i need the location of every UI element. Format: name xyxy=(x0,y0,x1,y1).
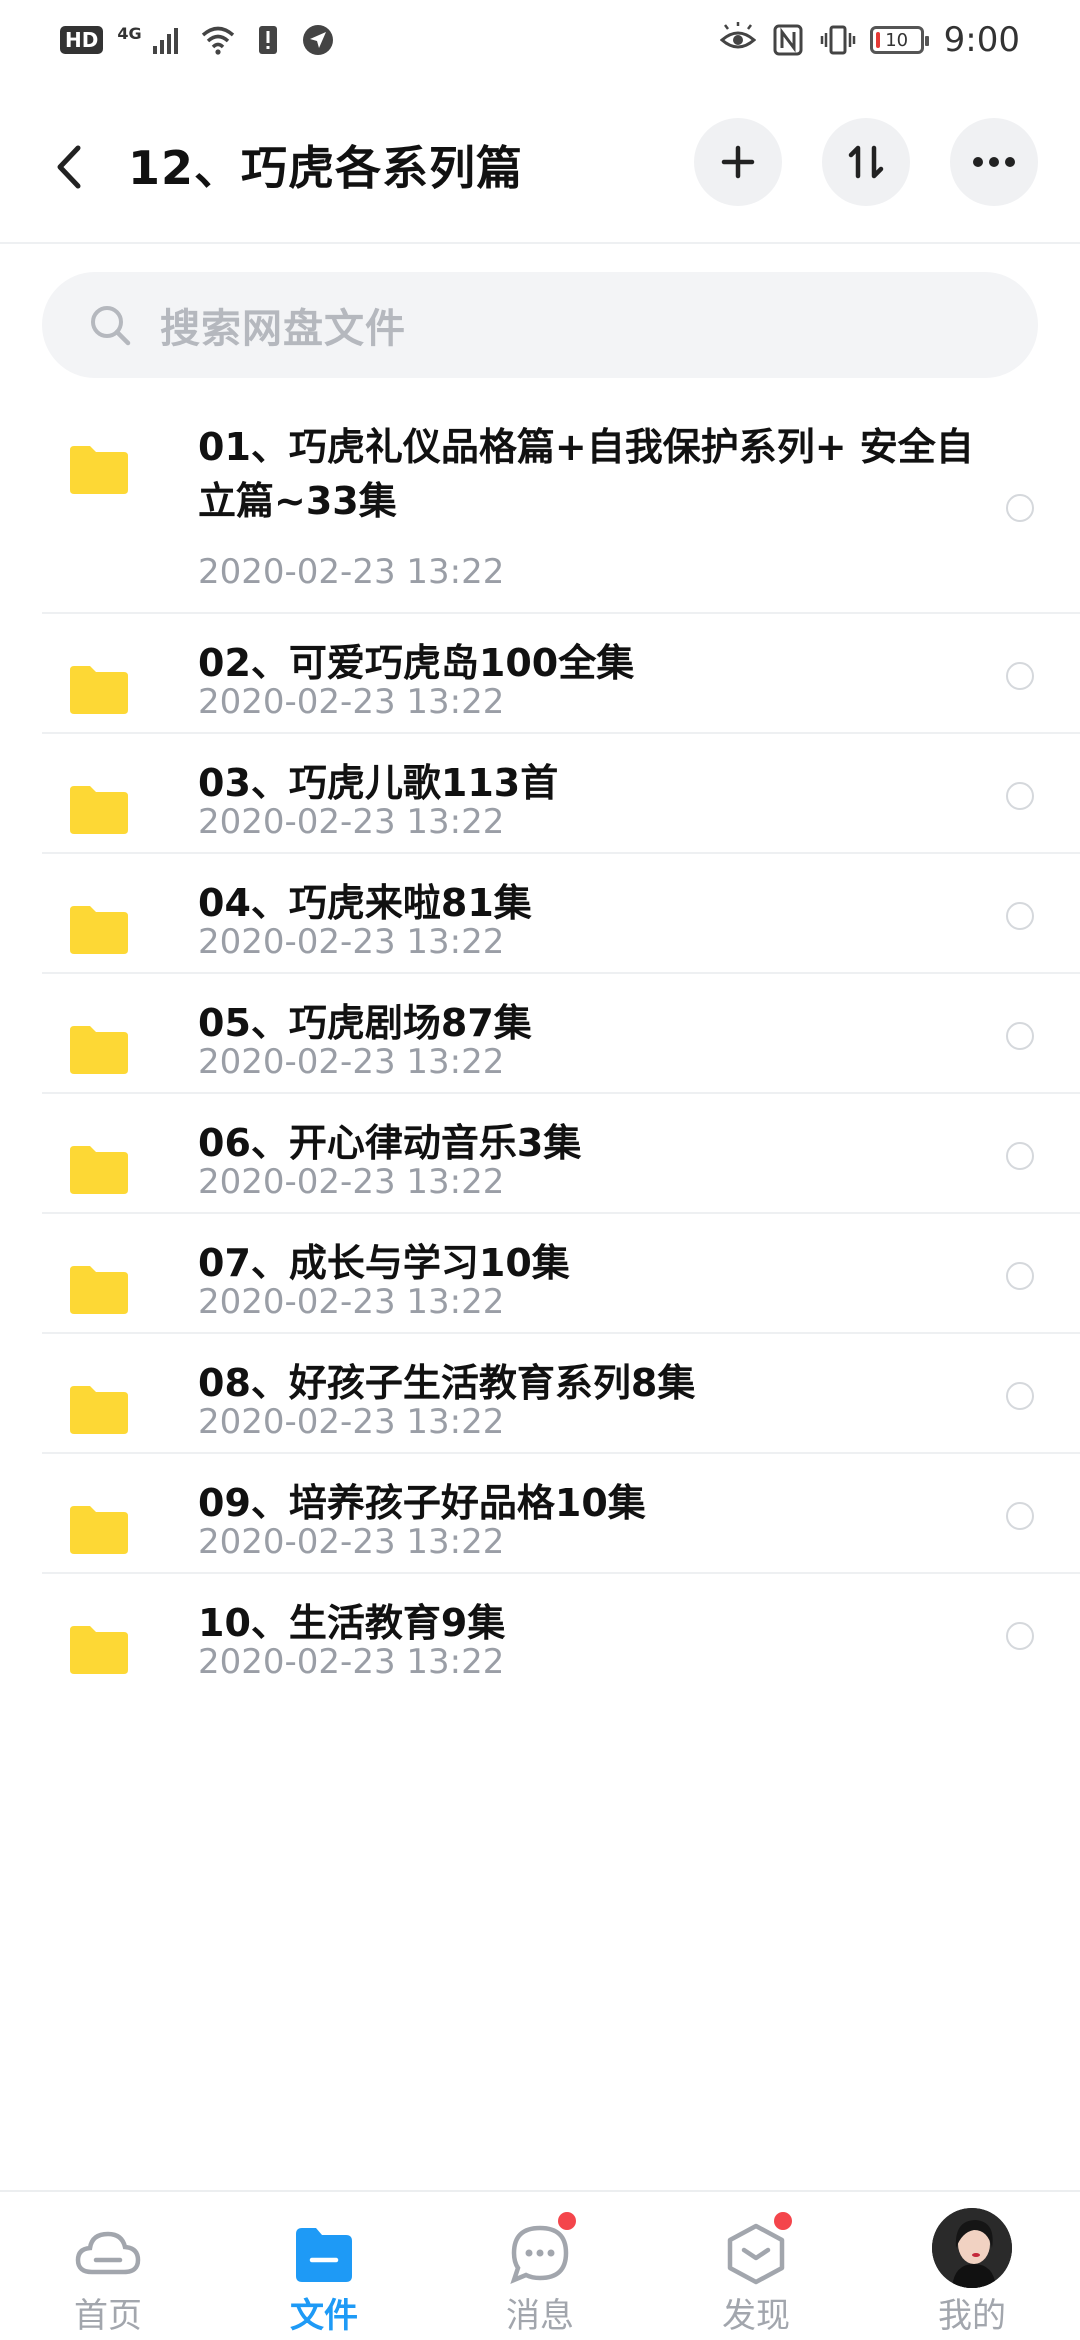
search-icon xyxy=(91,306,131,346)
nav-label: 发现 xyxy=(722,2296,790,2336)
plus-icon xyxy=(721,145,755,179)
folder-icon xyxy=(70,666,128,714)
location-icon xyxy=(302,25,333,55)
file-date: 2020-02-23 13:22 xyxy=(198,1522,505,1562)
file-item[interactable]: 03、巧虎儿歌113首 2020-02-23 13:22 xyxy=(42,734,1080,854)
message-icon xyxy=(510,2225,569,2284)
file-date: 2020-02-23 13:22 xyxy=(198,1162,505,1202)
chevron-left-icon xyxy=(57,145,81,189)
bottom-nav: 首页 文件 消息 发现 我的 xyxy=(0,2190,1080,2340)
file-date: 2020-02-23 13:22 xyxy=(198,1402,505,1442)
folder-icon xyxy=(70,786,128,834)
header: 12、巧虎各系列篇 xyxy=(0,92,1080,242)
file-item[interactable]: 07、成长与学习10集 2020-02-23 13:22 xyxy=(42,1214,1080,1334)
folder-icon xyxy=(296,2228,352,2282)
select-checkbox[interactable] xyxy=(1006,1142,1034,1170)
nav-label: 文件 xyxy=(290,2296,358,2336)
file-item[interactable]: 09、培养孩子好品格10集 2020-02-23 13:22 xyxy=(42,1454,1080,1574)
nav-profile[interactable]: 我的 xyxy=(864,2192,1080,2340)
discover-icon xyxy=(727,2223,785,2285)
search-bar[interactable]: 搜索网盘文件 xyxy=(42,272,1038,378)
add-button[interactable] xyxy=(694,118,782,206)
status-left: HD 4G xyxy=(60,22,336,58)
select-checkbox[interactable] xyxy=(1006,782,1034,810)
vibrate-icon xyxy=(820,25,855,55)
sim-alert-icon xyxy=(258,26,277,54)
nav-messages[interactable]: 消息 xyxy=(432,2192,648,2340)
clock: 9:00 xyxy=(943,20,1020,60)
search-placeholder: 搜索网盘文件 xyxy=(160,306,406,352)
file-item[interactable]: 10、生活教育9集 2020-02-23 13:22 xyxy=(42,1574,1080,1694)
file-date: 2020-02-23 13:22 xyxy=(198,1282,505,1322)
folder-icon xyxy=(70,1026,128,1074)
nav-label: 消息 xyxy=(506,2296,574,2336)
notification-badge xyxy=(558,2212,576,2230)
file-item[interactable]: 05、巧虎剧场87集 2020-02-23 13:22 xyxy=(42,974,1080,1094)
header-divider xyxy=(0,242,1080,244)
folder-icon xyxy=(70,1146,128,1194)
transfer-button[interactable] xyxy=(822,118,910,206)
page-title: 12、巧虎各系列篇 xyxy=(128,141,524,195)
folder-icon xyxy=(70,446,128,494)
nav-discover[interactable]: 发现 xyxy=(648,2192,864,2340)
select-checkbox[interactable] xyxy=(1006,1502,1034,1530)
file-item[interactable]: 06、开心律动音乐3集 2020-02-23 13:22 xyxy=(42,1094,1080,1214)
select-checkbox[interactable] xyxy=(1006,1622,1034,1650)
avatar-image xyxy=(932,2208,1012,2288)
signal-icon xyxy=(152,28,178,54)
select-checkbox[interactable] xyxy=(1006,1262,1034,1290)
back-button[interactable] xyxy=(44,136,94,198)
folder-icon xyxy=(70,1266,128,1314)
select-checkbox[interactable] xyxy=(1006,1022,1034,1050)
wifi-icon xyxy=(201,26,234,55)
file-name: 01、巧虎礼仪品格篇+自我保护系列+ 安全自立篇~33集 xyxy=(198,425,974,523)
more-dots-icon xyxy=(973,157,1015,167)
nav-files[interactable]: 文件 xyxy=(216,2192,432,2340)
folder-icon xyxy=(70,1386,128,1434)
notification-badge xyxy=(774,2212,792,2230)
nav-home[interactable]: 首页 xyxy=(0,2192,216,2340)
eye-comfort-icon xyxy=(719,22,756,49)
avatar xyxy=(932,2208,1012,2288)
file-item[interactable]: 02、可爱巧虎岛100全集 2020-02-23 13:22 xyxy=(42,614,1080,734)
folder-icon xyxy=(70,1626,128,1674)
file-item[interactable]: 04、巧虎来啦81集 2020-02-23 13:22 xyxy=(42,854,1080,974)
file-date: 2020-02-23 13:22 xyxy=(198,552,505,592)
folder-icon xyxy=(70,906,128,954)
nav-label: 我的 xyxy=(938,2296,1006,2336)
status-right: 10 9:00 xyxy=(719,20,1020,60)
nav-label: 首页 xyxy=(74,2296,142,2336)
file-item[interactable]: 01、巧虎礼仪品格篇+自我保护系列+ 安全自立篇~33集 2020-02-23 … xyxy=(42,402,1080,614)
more-button[interactable] xyxy=(950,118,1038,206)
folder-icon xyxy=(70,1506,128,1554)
battery-level: 10 xyxy=(885,29,909,51)
network-type: 4G xyxy=(117,23,142,43)
select-checkbox[interactable] xyxy=(1006,902,1034,930)
file-date: 2020-02-23 13:22 xyxy=(198,922,505,962)
file-date: 2020-02-23 13:22 xyxy=(198,1642,505,1682)
nfc-icon xyxy=(773,24,803,56)
file-date: 2020-02-23 13:22 xyxy=(198,802,505,842)
hd-indicator: HD xyxy=(60,26,104,54)
file-item[interactable]: 08、好孩子生活教育系列8集 2020-02-23 13:22 xyxy=(42,1334,1080,1454)
select-checkbox[interactable] xyxy=(1006,662,1034,690)
file-list: 01、巧虎礼仪品格篇+自我保护系列+ 安全自立篇~33集 2020-02-23 … xyxy=(0,402,1080,1694)
file-date: 2020-02-23 13:22 xyxy=(198,682,505,722)
select-checkbox[interactable] xyxy=(1006,1382,1034,1410)
battery-icon: 10 xyxy=(869,26,929,54)
transfer-arrows-icon xyxy=(848,145,884,179)
select-checkbox[interactable] xyxy=(1006,494,1034,522)
file-date: 2020-02-23 13:22 xyxy=(198,1042,505,1082)
status-bar: HD 4G 10 9:00 xyxy=(0,0,1080,80)
cloud-icon xyxy=(75,2231,141,2275)
